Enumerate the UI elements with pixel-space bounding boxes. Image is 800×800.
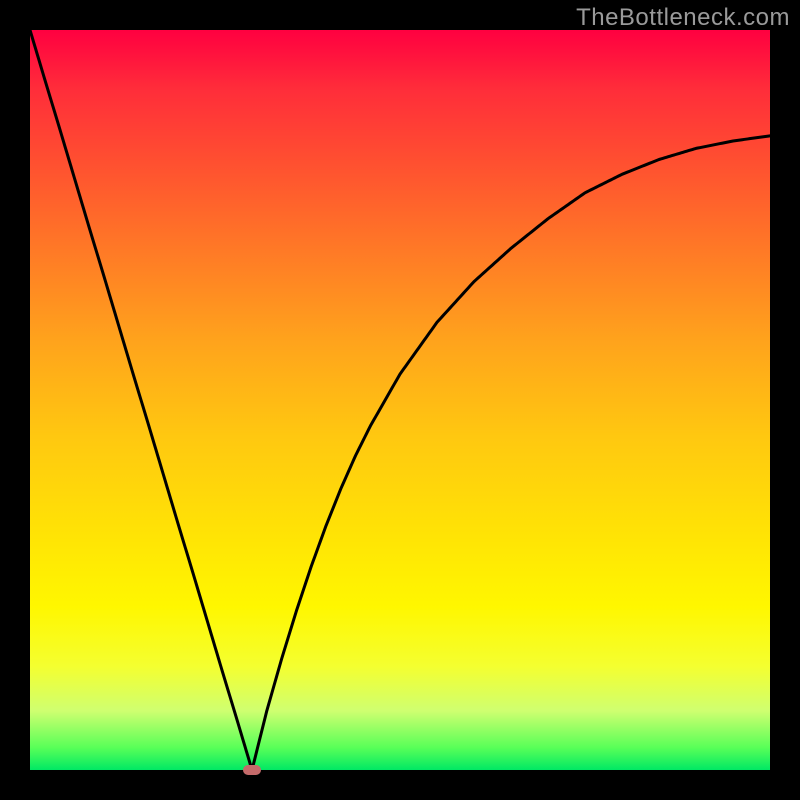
minimum-marker bbox=[243, 765, 261, 775]
curve-svg bbox=[30, 30, 770, 770]
bottleneck-curve bbox=[30, 30, 770, 770]
plot-area bbox=[30, 30, 770, 770]
chart-frame: TheBottleneck.com bbox=[0, 0, 800, 800]
watermark-text: TheBottleneck.com bbox=[576, 4, 790, 32]
